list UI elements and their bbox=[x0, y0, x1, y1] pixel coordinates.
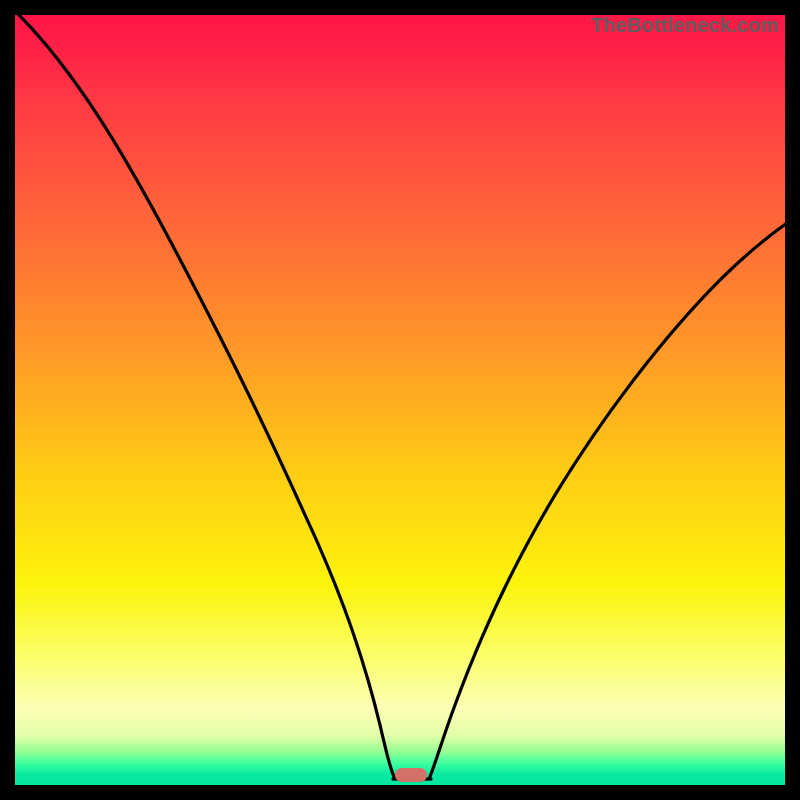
curve-right-branch bbox=[429, 223, 785, 779]
chart-frame: TheBottleneck.com bbox=[0, 0, 800, 800]
watermark-text: TheBottleneck.com bbox=[591, 15, 779, 38]
curve-left-branch bbox=[15, 15, 395, 779]
plot-area: TheBottleneck.com bbox=[15, 15, 785, 785]
optimum-marker bbox=[395, 768, 427, 782]
bottleneck-curve bbox=[15, 15, 785, 785]
